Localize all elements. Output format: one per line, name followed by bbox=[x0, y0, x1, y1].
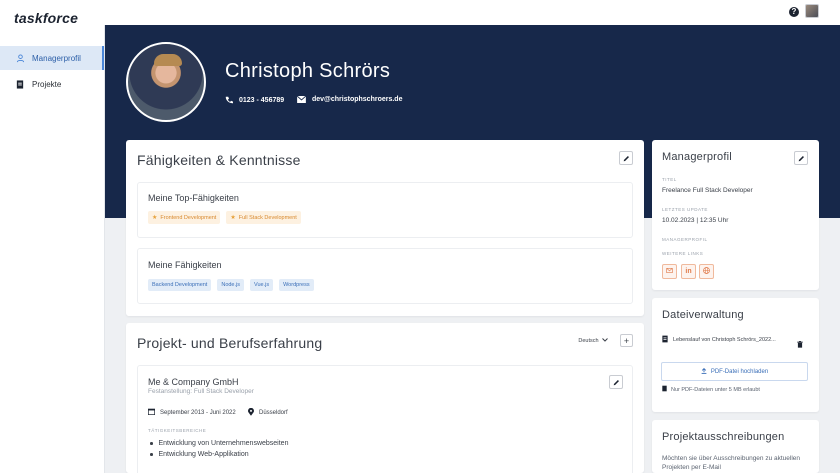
skill-chip[interactable]: Backend Development bbox=[148, 279, 212, 291]
period-row: September 2013 - Juni 2022 bbox=[148, 408, 236, 417]
links-label: Weitere Links bbox=[662, 251, 704, 256]
avatar[interactable] bbox=[805, 4, 819, 18]
list-item: Entwicklung von Unternehmenswebseiten bbox=[150, 440, 289, 447]
tenders-card: Projektausschreibungen Möchten sie über … bbox=[652, 420, 819, 473]
language-value: Deutsch bbox=[578, 337, 599, 344]
star-icon: ★ bbox=[152, 215, 158, 221]
app-logo[interactable]: taskforce bbox=[14, 10, 78, 26]
calendar-icon bbox=[148, 408, 155, 417]
skills-list: Backend Development Node.js Vue.js Wordp… bbox=[148, 279, 314, 291]
file-row[interactable]: Lebenslauf von Christoph Schrörs_2022... bbox=[662, 335, 776, 345]
list-item: Entwicklung Web-Applikation bbox=[150, 451, 288, 458]
section-label: Tätigkeitsbereiche bbox=[148, 428, 207, 433]
globe-icon bbox=[703, 267, 710, 276]
sidebar: Managerprofil Projekte bbox=[0, 25, 105, 473]
skill-chip[interactable]: Wordpress bbox=[279, 279, 314, 291]
task-list: Entwicklung von Unternehmenswebseiten En… bbox=[150, 440, 289, 462]
profile-photo bbox=[126, 42, 206, 122]
profile-label: Managerprofil bbox=[662, 237, 708, 242]
email-address: dev@christophschroers.de bbox=[312, 96, 403, 103]
file-name: Lebenslauf von Christoph Schrörs_2022... bbox=[673, 337, 776, 343]
top-skills-title: Meine Top-Fähigkeiten bbox=[148, 193, 239, 203]
sidebar-item-label: Managerprofil bbox=[32, 53, 81, 63]
linkedin-link-button[interactable]: in bbox=[681, 264, 696, 279]
titel-value: Freelance Full Stack Developer bbox=[662, 187, 753, 194]
upload-hint: Nur PDF-Dateien unter 5 MB erlaubt bbox=[662, 385, 760, 394]
experience-title: Projekt- und Berufserfahrung bbox=[137, 335, 323, 351]
profile-name: Christoph Schrörs bbox=[225, 60, 391, 82]
updated-value: 10.02.2023 | 12:35 Uhr bbox=[662, 217, 729, 224]
mail-link-button[interactable] bbox=[662, 264, 677, 279]
top-skills-box: Meine Top-Fähigkeiten ★ Frontend Developm… bbox=[137, 182, 633, 238]
hint-text: Nur PDF-Dateien unter 5 MB erlaubt bbox=[671, 386, 760, 393]
manager-card: Managerprofil Titel Freelance Full Stack… bbox=[652, 140, 819, 290]
files-title: Dateiverwaltung bbox=[662, 309, 744, 321]
help-icon[interactable]: ? bbox=[789, 7, 799, 17]
phone-contact[interactable]: 0123 - 456789 bbox=[225, 96, 284, 104]
skill-chip[interactable]: ★ Frontend Development bbox=[148, 211, 221, 224]
upload-pdf-button[interactable]: PDF-Datei hochladen bbox=[661, 362, 808, 381]
trash-icon bbox=[797, 335, 803, 352]
star-icon: ★ bbox=[230, 215, 236, 221]
language-select[interactable]: Deutsch bbox=[574, 334, 612, 347]
tenders-title: Projektausschreibungen bbox=[662, 431, 785, 443]
edit-manager-button[interactable] bbox=[794, 151, 808, 165]
pencil-icon bbox=[798, 149, 805, 167]
mail-icon bbox=[666, 268, 673, 275]
pencil-icon bbox=[613, 373, 620, 391]
skills-title: Fähigkeiten & Kenntnisse bbox=[137, 152, 301, 168]
location-pin-icon bbox=[248, 407, 254, 418]
user-icon bbox=[14, 52, 26, 64]
sidebar-item-label: Projekte bbox=[32, 79, 62, 89]
skills-card: Fähigkeiten & Kenntnisse Meine Top-Fähig… bbox=[126, 140, 644, 316]
position-text: Festanstellung: Full Stack Developer bbox=[148, 388, 254, 395]
period-text: September 2013 - Juni 2022 bbox=[160, 409, 236, 416]
titel-label: Titel bbox=[662, 177, 677, 182]
tenders-text: Möchten sie über Ausschreibungen zu aktu… bbox=[662, 455, 801, 471]
phone-icon bbox=[225, 96, 233, 104]
company-name: Me & Company GmbH bbox=[148, 377, 239, 387]
location-text: Düsseldorf bbox=[259, 410, 288, 416]
skill-chip[interactable]: Node.js bbox=[217, 279, 244, 291]
location-row: Düsseldorf bbox=[248, 407, 288, 418]
edit-experience-button[interactable] bbox=[609, 375, 623, 389]
linkedin-icon: in bbox=[685, 268, 692, 275]
manager-title: Managerprofil bbox=[662, 151, 732, 163]
upload-icon bbox=[701, 367, 707, 376]
chevron-down-icon bbox=[601, 337, 608, 344]
phone-number: 0123 - 456789 bbox=[239, 96, 285, 104]
edit-skills-button[interactable] bbox=[619, 151, 633, 165]
document-icon bbox=[662, 385, 667, 394]
skills-box: Meine Fähigkeiten Backend Development No… bbox=[137, 248, 633, 304]
document-icon bbox=[14, 78, 26, 90]
updated-label: Letztes Update bbox=[662, 207, 708, 212]
sidebar-item-projekte[interactable]: Projekte bbox=[0, 72, 104, 96]
top-skills-list: ★ Frontend Development ★ Full Stack Develo… bbox=[148, 211, 301, 224]
email-contact[interactable]: dev@christophschroers.de bbox=[297, 96, 402, 103]
top-bar: taskforce ? bbox=[0, 0, 840, 26]
sidebar-item-managerprofil[interactable]: Managerprofil bbox=[0, 46, 104, 70]
document-icon bbox=[662, 335, 668, 345]
add-experience-button[interactable]: + bbox=[620, 334, 633, 347]
skills-subtitle: Meine Fähigkeiten bbox=[148, 260, 222, 270]
plus-icon: + bbox=[623, 335, 630, 346]
files-card: Dateiverwaltung Lebenslauf von Christoph… bbox=[652, 298, 819, 412]
skill-chip[interactable]: Vue.js bbox=[250, 279, 274, 291]
mail-icon bbox=[297, 96, 306, 103]
delete-file-button[interactable] bbox=[797, 335, 803, 353]
pencil-icon bbox=[623, 149, 630, 167]
skill-chip[interactable]: ★ Full Stack Development bbox=[226, 211, 301, 224]
website-link-button[interactable] bbox=[699, 264, 714, 279]
upload-label: PDF-Datei hochladen bbox=[710, 368, 769, 375]
